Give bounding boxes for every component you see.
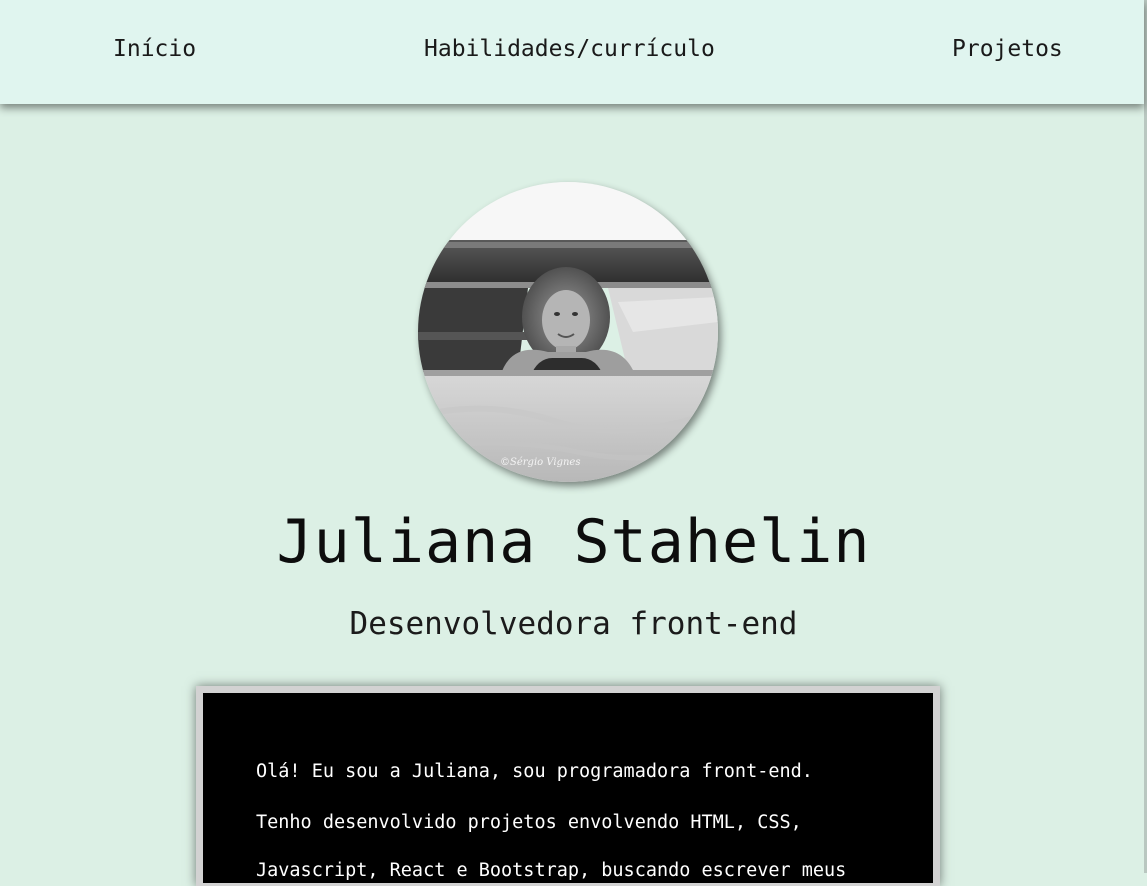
about-card: Olá! Eu sou a Juliana, sou programadora …: [203, 693, 933, 883]
profile-name: Juliana Stahelin: [276, 507, 871, 577]
nav-link-inicio[interactable]: Início: [113, 36, 196, 62]
profile-role: Desenvolvedora front-end: [349, 606, 798, 642]
about-text-line: Olá! Eu sou a Juliana, sou programadora …: [256, 761, 813, 782]
top-navbar: Início Habilidades/currículo Projetos: [0, 0, 1144, 104]
profile-photo: ©Sérgio Vignes: [418, 182, 718, 482]
about-text-line: Tenho desenvolvido projetos envolvendo H…: [256, 812, 802, 833]
nav-link-projetos[interactable]: Projetos: [952, 36, 1063, 62]
profile-photo-image: ©Sérgio Vignes: [418, 182, 718, 482]
nav-link-habilidades[interactable]: Habilidades/currículo: [424, 36, 715, 62]
about-text-line: Javascript, React e Bootstrap, buscando …: [256, 860, 847, 881]
photo-watermark: ©Sérgio Vignes: [500, 457, 580, 468]
